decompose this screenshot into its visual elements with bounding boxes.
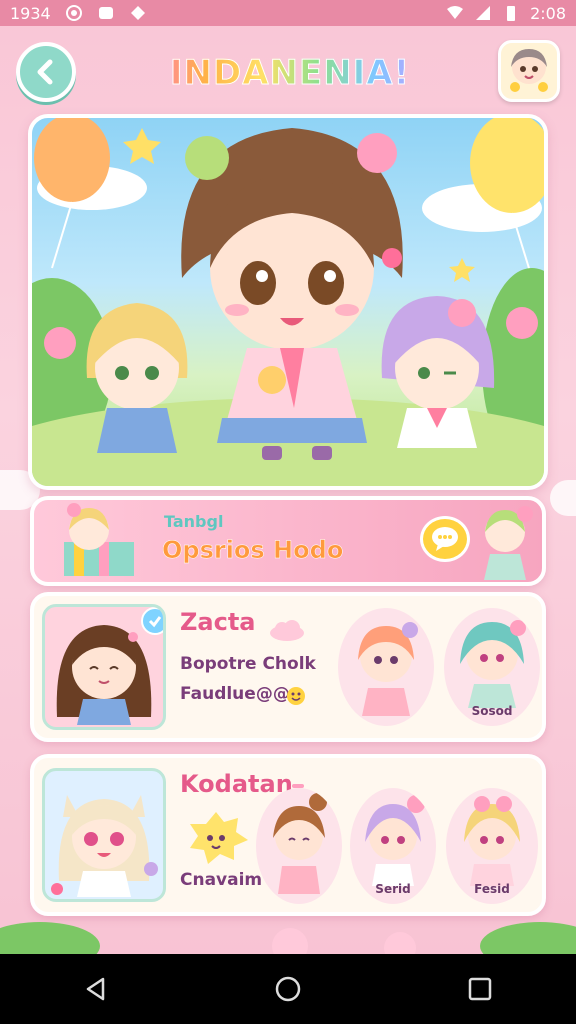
status-time-left: 1934 [10, 3, 51, 23]
status-time-right: 2:08 [530, 3, 566, 23]
check-icon [148, 616, 162, 628]
orange-hair-girl-image [358, 622, 418, 716]
wifi-icon [447, 6, 464, 19]
character-name: Fesid [474, 882, 510, 896]
character-name: Sosod [471, 704, 513, 718]
notification-icon [98, 7, 113, 19]
vpn-icon [130, 6, 145, 20]
card-description: Cnavaim [180, 870, 263, 890]
nav-back-button[interactable] [66, 959, 126, 1019]
card-title: Zacta [180, 608, 256, 636]
cloud-icon [270, 620, 304, 641]
hero-illustration[interactable] [28, 114, 548, 490]
list-card-zacta[interactable]: Zacta Bopotre Cholk Faudlue@@ Sosod [30, 592, 546, 742]
app-title: INDANENIA! [150, 48, 430, 98]
home-circle-icon [275, 976, 301, 1002]
battery-icon [507, 6, 516, 21]
character-name: Serid [375, 882, 411, 896]
avatar-face-icon [510, 49, 548, 92]
back-triangle-icon [86, 977, 105, 1001]
status-bar: 1934 2:08 [0, 0, 576, 26]
character-mascot[interactable] [180, 806, 252, 870]
character-brown-hair[interactable] [256, 788, 342, 904]
card-subdescription: Faudlue@@ [180, 684, 290, 704]
card-description: Bopotre Cholk [180, 654, 316, 674]
recents-square-icon [468, 977, 492, 1001]
header: INDANENIA! [0, 38, 576, 108]
card-thumbnail [42, 604, 166, 730]
smile-emoji-icon [287, 687, 305, 705]
settings-icon [65, 5, 82, 21]
character-teal-hair[interactable]: Sosod [444, 608, 540, 726]
nav-home-button[interactable] [258, 959, 318, 1019]
card-title: Kodatan [180, 770, 293, 798]
chevron-left-icon [37, 59, 53, 85]
brown-hair-boy-image [273, 793, 327, 894]
hero-scene-image [32, 118, 544, 486]
card-thumbnail [42, 768, 166, 902]
decorative-flowers [0, 922, 576, 954]
signal-icon [476, 6, 491, 20]
back-button[interactable] [16, 42, 76, 102]
favorite-badge[interactable] [141, 607, 163, 635]
system-nav-bar [0, 954, 576, 1024]
character-blonde-hair[interactable]: Fesid [446, 788, 538, 904]
list-card-kodatan[interactable]: Kodatan Cnavaim Serid Fesid [30, 754, 546, 916]
mode-subtitle: Tanbgl [164, 512, 224, 531]
mode-character-right-image [484, 506, 533, 580]
nav-recents-button[interactable] [450, 959, 510, 1019]
mode-banner[interactable]: Tanbgl Opsrios Hodo [30, 496, 546, 586]
profile-avatar-button[interactable] [498, 40, 560, 102]
background-cloud [550, 480, 576, 516]
character-purple-hair[interactable]: Serid [350, 788, 436, 904]
mode-title: Opsrios Hodo [162, 536, 344, 565]
yellow-mascot-image [190, 812, 248, 864]
character-orange-hair[interactable] [338, 608, 434, 726]
blonde-cat-girl-image [51, 795, 158, 897]
chat-button[interactable] [420, 516, 470, 562]
speech-bubble-icon [432, 527, 458, 551]
mode-character-left-image [64, 503, 134, 576]
